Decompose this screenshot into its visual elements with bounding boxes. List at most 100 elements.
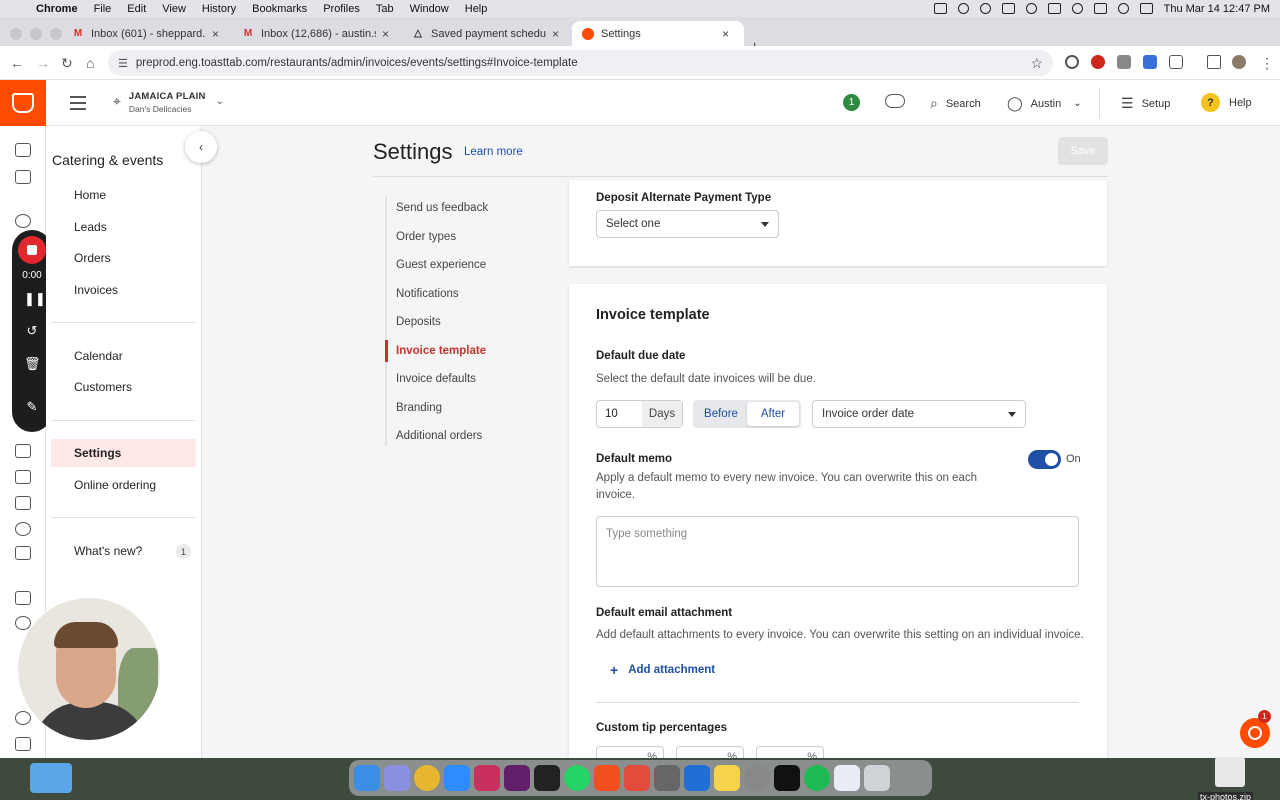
close-icon[interactable]: × <box>382 27 389 41</box>
status-icon[interactable] <box>979 3 991 14</box>
bank-icon[interactable] <box>15 591 31 605</box>
puzzle-icon[interactable] <box>1169 55 1183 69</box>
address-bar[interactable]: ☰ preprod.eng.toasttab.com/restaurants/a… <box>108 50 1053 76</box>
default-memo-textarea[interactable]: Type something <box>596 516 1079 587</box>
status-icon[interactable] <box>1025 3 1037 14</box>
app-icon[interactable] <box>774 765 800 791</box>
control-center-icon[interactable] <box>1139 3 1153 14</box>
close-icon[interactable]: × <box>722 27 729 41</box>
sidebar-item-customers[interactable]: Customers <box>74 380 132 394</box>
browser-tab[interactable]: △ Saved payment schedule diffe × <box>402 21 569 46</box>
due-date-reference-select[interactable]: Invoice order date <box>812 400 1026 428</box>
sidebar-item-settings[interactable]: Settings <box>74 446 121 460</box>
menu-tab[interactable]: Tab <box>376 3 394 15</box>
menus-icon[interactable] <box>15 470 31 484</box>
notification-badge[interactable]: 1 <box>843 94 860 111</box>
subnav-additional-orders[interactable]: Additional orders <box>396 430 482 442</box>
close-icon[interactable]: × <box>212 27 219 41</box>
scan-icon[interactable] <box>15 496 31 510</box>
sidebar-item-leads[interactable]: Leads <box>74 220 107 234</box>
deposit-alt-payment-select[interactable]: Select one <box>596 210 779 238</box>
subnav-guest-experience[interactable]: Guest experience <box>396 259 486 271</box>
subnav-invoice-template[interactable]: Invoice template <box>396 345 486 357</box>
chrome-icon[interactable] <box>414 765 440 791</box>
subnav-notifications[interactable]: Notifications <box>396 288 459 300</box>
hamburger-menu-icon[interactable] <box>70 96 86 114</box>
downloads-icon[interactable] <box>834 765 860 791</box>
subnav-send-feedback[interactable]: Send us feedback <box>396 202 488 214</box>
location-switcher[interactable]: ⌖ JAMAICA PLAIN Dan's Delicacies ⌄ <box>113 91 224 114</box>
back-icon[interactable]: ← <box>10 55 24 71</box>
sidebar-item-orders[interactable]: Orders <box>74 251 111 265</box>
sidebar-item-calendar[interactable]: Calendar <box>74 349 123 363</box>
search-icon[interactable] <box>1117 3 1129 14</box>
subnav-branding[interactable]: Branding <box>396 402 442 414</box>
x-icon[interactable] <box>15 444 31 458</box>
menu-edit[interactable]: Edit <box>127 3 146 15</box>
extension-icon[interactable] <box>1143 55 1157 69</box>
status-icon[interactable] <box>1001 3 1015 14</box>
finder-icon[interactable] <box>354 765 380 791</box>
default-memo-toggle[interactable] <box>1028 450 1061 469</box>
tip-percentage-input[interactable]: % <box>596 746 664 758</box>
trash-icon[interactable] <box>864 765 890 791</box>
sidepanel-icon[interactable] <box>1207 55 1221 69</box>
after-option[interactable]: After <box>747 402 799 426</box>
wifi-icon[interactable] <box>1093 3 1107 14</box>
learn-more-link[interactable]: Learn more <box>464 146 523 158</box>
browser-tab[interactable]: M Inbox (601) - sheppard.austin × <box>62 21 229 46</box>
menu-clock[interactable]: Thu Mar 14 12:47 PM <box>1164 3 1270 15</box>
app-icon[interactable] <box>684 765 710 791</box>
subnav-invoice-defaults[interactable]: Invoice defaults <box>396 373 476 385</box>
before-after-toggle[interactable]: Before After <box>693 400 801 428</box>
window-controls[interactable] <box>10 28 62 40</box>
bookmark-star-icon[interactable]: ☆ <box>1030 55 1043 72</box>
add-attachment-button[interactable]: + Add attachment <box>610 662 715 678</box>
zip-file-name[interactable]: tx-photos.zip <box>1198 792 1254 800</box>
spotify-icon[interactable] <box>804 765 830 791</box>
launchpad-icon[interactable] <box>384 765 410 791</box>
menu-history[interactable]: History <box>202 3 236 15</box>
folder-icon[interactable] <box>30 763 72 793</box>
slack-icon[interactable] <box>504 765 530 791</box>
extension-icon[interactable] <box>1065 55 1079 69</box>
before-option[interactable]: Before <box>695 402 747 426</box>
pause-icon[interactable]: ❚❚ <box>24 291 46 307</box>
guests-icon[interactable] <box>15 214 31 228</box>
menu-file[interactable]: File <box>94 3 112 15</box>
menu-window[interactable]: Window <box>410 3 449 15</box>
sidebar-item-whats-new[interactable]: What's new? <box>74 544 142 558</box>
search-button[interactable]: ⌕ Search <box>930 95 981 112</box>
notes-icon[interactable] <box>714 765 740 791</box>
restart-icon[interactable]: ↺ <box>24 323 40 339</box>
collapse-sidebar-button[interactable]: ‹ <box>185 131 217 163</box>
stop-recording-button[interactable] <box>18 236 46 264</box>
help-button[interactable]: ? Help <box>1201 93 1252 112</box>
save-button[interactable]: Save <box>1058 137 1108 165</box>
zoom-icon[interactable] <box>444 765 470 791</box>
settings-app-icon[interactable] <box>744 765 770 791</box>
sidebar-item-online-ordering[interactable]: Online ordering <box>74 478 156 492</box>
extension-icon[interactable] <box>1117 55 1131 69</box>
app-icon[interactable] <box>654 765 680 791</box>
kebab-menu-icon[interactable]: ⋮ <box>1260 55 1274 72</box>
menu-bookmarks[interactable]: Bookmarks <box>252 3 307 15</box>
sidebar-item-invoices[interactable]: Invoices <box>74 283 118 297</box>
cloud-sync-icon[interactable] <box>885 94 905 108</box>
trash-icon[interactable]: 🗑 <box>24 356 41 372</box>
home-icon[interactable]: ⌂ <box>86 55 94 71</box>
share-icon[interactable] <box>15 616 31 630</box>
intellij-icon[interactable] <box>474 765 500 791</box>
zip-file-icon[interactable] <box>1215 757 1245 787</box>
menu-view[interactable]: View <box>162 3 186 15</box>
gear-icon[interactable] <box>15 711 31 725</box>
forward-icon[interactable]: → <box>36 55 50 71</box>
apple-icon[interactable] <box>14 3 26 15</box>
reload-icon[interactable]: ↻ <box>61 55 73 72</box>
close-icon[interactable]: × <box>552 27 559 41</box>
terminal-icon[interactable] <box>534 765 560 791</box>
reports-icon[interactable] <box>15 170 31 184</box>
due-days-input[interactable]: 10 Days <box>596 400 683 428</box>
play-icon[interactable] <box>1071 3 1083 14</box>
browser-tab[interactable]: M Inbox (12,686) - austin.shepp × <box>232 21 399 46</box>
